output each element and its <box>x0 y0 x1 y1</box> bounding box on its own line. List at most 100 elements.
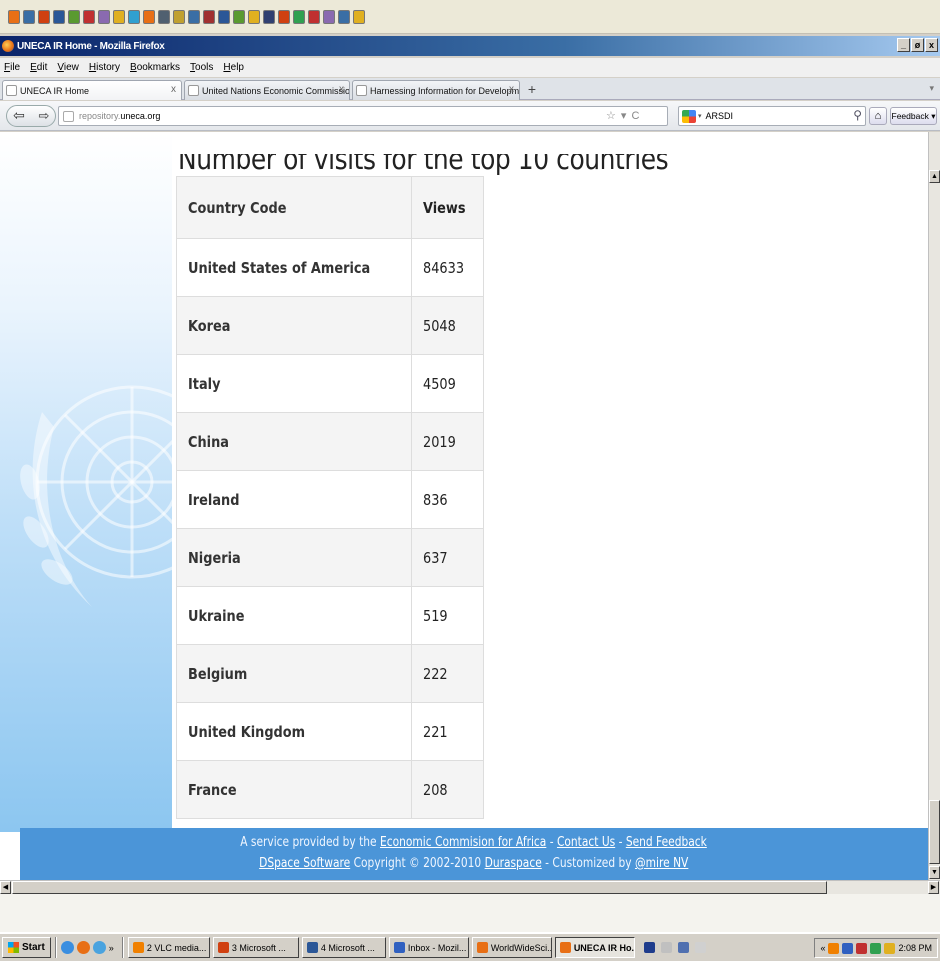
clock[interactable]: 2:08 PM <box>898 943 932 953</box>
views-value: 208 <box>422 780 448 799</box>
send-feedback-link[interactable]: Send Feedback <box>626 835 707 850</box>
tab-uneca-ir-home[interactable]: UNECA IR Home x <box>2 80 182 100</box>
forward-button[interactable]: ⇨ <box>33 106 55 126</box>
update-icon[interactable] <box>884 942 896 954</box>
search-icon[interactable]: ⚲ <box>853 108 862 122</box>
app-icon[interactable] <box>323 9 335 24</box>
close-button[interactable]: x <box>925 38 938 52</box>
chevron-down-icon[interactable]: ▾ <box>698 112 702 120</box>
menu-help[interactable]: Help <box>223 62 244 73</box>
tab-harnessing-information[interactable]: Harnessing Information for Development x <box>352 80 520 100</box>
app-icon[interactable] <box>263 9 275 24</box>
antivirus-icon[interactable] <box>856 942 868 954</box>
duraspace-link[interactable]: Duraspace <box>485 856 542 871</box>
ie-icon[interactable] <box>92 941 106 954</box>
app-icon[interactable] <box>83 9 95 24</box>
language-bar-icon[interactable] <box>643 942 655 953</box>
tab-unec[interactable]: United Nations Economic Commission for .… <box>184 80 350 100</box>
app-icon[interactable] <box>173 9 185 24</box>
country-cell: United Kingdom <box>176 702 412 761</box>
bookmark-star-icon[interactable]: ☆ ▾ C <box>606 109 640 122</box>
google-icon[interactable] <box>682 109 696 123</box>
views-cell: 2019 <box>410 412 485 471</box>
app-icon[interactable] <box>98 9 110 24</box>
app-icon[interactable] <box>158 9 170 24</box>
amire-link[interactable]: @mire NV <box>635 856 688 871</box>
app-icon[interactable] <box>38 9 50 24</box>
menu-bookmarks[interactable]: Bookmarks <box>130 62 180 73</box>
tool-icon[interactable] <box>677 942 689 953</box>
app-icon[interactable] <box>188 9 200 24</box>
minimize-button[interactable]: _ <box>897 38 910 52</box>
scroll-left-button[interactable]: ◀ <box>0 881 11 894</box>
window-title-bar[interactable]: UNECA IR Home - Mozilla Firefox _ ø x <box>0 36 940 56</box>
new-tab-button[interactable]: + <box>523 81 541 99</box>
more-quicklaunch-icon[interactable]: » <box>109 943 114 953</box>
country-name: Nigeria <box>188 548 241 567</box>
page-content[interactable]: Number of visits for the top 10 countrie… <box>0 132 928 880</box>
url-bar[interactable]: repository. uneca.org <box>58 106 668 126</box>
close-tab-icon[interactable]: x <box>339 84 344 95</box>
scrollbar-thumb[interactable] <box>929 800 940 864</box>
app-icon[interactable] <box>248 9 260 24</box>
page-icon <box>6 85 17 96</box>
left-sidebar-panel <box>0 132 172 832</box>
app-icon[interactable] <box>293 9 305 24</box>
views-value: 836 <box>422 490 448 509</box>
app-icon[interactable] <box>353 9 365 24</box>
menu-tools[interactable]: Tools <box>190 62 213 73</box>
eca-link[interactable]: Economic Commision for Africa <box>380 835 546 850</box>
scroll-down-button[interactable]: ▼ <box>929 866 940 879</box>
menu-file[interactable]: File <box>4 62 20 73</box>
task-worldwidescience[interactable]: WorldWideSci... <box>471 937 552 958</box>
vertical-scrollbar[interactable]: ▲ ▼ <box>928 132 940 880</box>
dspace-link[interactable]: DSpace Software <box>259 856 350 871</box>
start-button[interactable]: Start <box>2 937 51 958</box>
app-icon[interactable] <box>68 9 80 24</box>
menu-history[interactable]: History <box>89 62 120 73</box>
horizontal-scrollbar[interactable]: ◀ ▶ <box>0 880 940 894</box>
menu-view[interactable]: View <box>57 62 79 73</box>
chrome-icon[interactable] <box>60 941 74 954</box>
back-button[interactable]: ⇦ <box>7 106 31 126</box>
scroll-right-button[interactable]: ▶ <box>928 881 939 894</box>
app-icon[interactable] <box>143 9 155 24</box>
app-icon[interactable] <box>308 9 320 24</box>
search-input[interactable]: ▾ ARSDI ⚲ <box>678 106 866 126</box>
security-icon[interactable] <box>870 942 882 954</box>
app-icon[interactable] <box>203 9 215 24</box>
app-icon[interactable] <box>113 9 125 24</box>
app-icon[interactable] <box>53 9 65 24</box>
tab-list-icon[interactable]: ▾ <box>929 83 934 94</box>
contact-us-link[interactable]: Contact Us <box>557 835 615 850</box>
app-icon[interactable] <box>338 9 350 24</box>
home-button[interactable]: ⌂ <box>869 107 887 125</box>
feedback-button[interactable]: Feedback ▾ <box>890 107 937 125</box>
close-tab-icon[interactable]: x <box>509 84 514 95</box>
site-identity-icon[interactable] <box>63 110 74 122</box>
window-controls: _ ø x <box>897 38 938 52</box>
scrollbar-thumb[interactable] <box>12 881 827 894</box>
scroll-up-button[interactable]: ▲ <box>929 170 940 183</box>
app-icon[interactable] <box>8 9 20 24</box>
menu-edit[interactable]: Edit <box>30 62 47 73</box>
firefox-icon[interactable] <box>76 941 90 954</box>
tool-icon[interactable] <box>660 942 672 953</box>
app-icon[interactable] <box>128 9 140 24</box>
task-vlc[interactable]: 2 VLC media... <box>127 937 210 958</box>
app-icon[interactable] <box>278 9 290 24</box>
app-icon[interactable] <box>218 9 230 24</box>
task-inbox[interactable]: Inbox - Mozil... <box>388 937 469 958</box>
vlc-tray-icon[interactable] <box>828 942 840 954</box>
network-icon[interactable] <box>842 942 854 954</box>
task-uneca-ir-home[interactable]: UNECA IR Ho... <box>554 937 635 958</box>
show-hidden-icons-button[interactable]: « <box>820 943 825 953</box>
app-icon[interactable] <box>233 9 245 24</box>
task-microsoft-powerpoint[interactable]: 3 Microsoft ... <box>212 937 299 958</box>
close-tab-icon[interactable]: x <box>171 84 176 95</box>
task-microsoft-word[interactable]: 4 Microsoft ... <box>301 937 386 958</box>
help-icon[interactable] <box>694 942 706 953</box>
app-icon[interactable] <box>23 9 35 24</box>
column-header-views: Views <box>410 176 485 239</box>
restore-button[interactable]: ø <box>911 38 924 52</box>
